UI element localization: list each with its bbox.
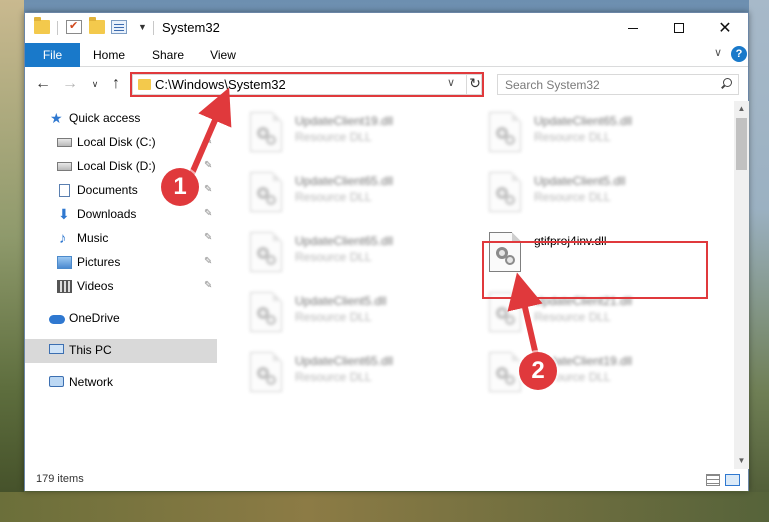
- step1-callout: 1: [161, 168, 199, 206]
- step1-arrow: [187, 87, 232, 180]
- step2-callout: 2: [519, 352, 557, 390]
- annotation-arrows: [187, 87, 543, 365]
